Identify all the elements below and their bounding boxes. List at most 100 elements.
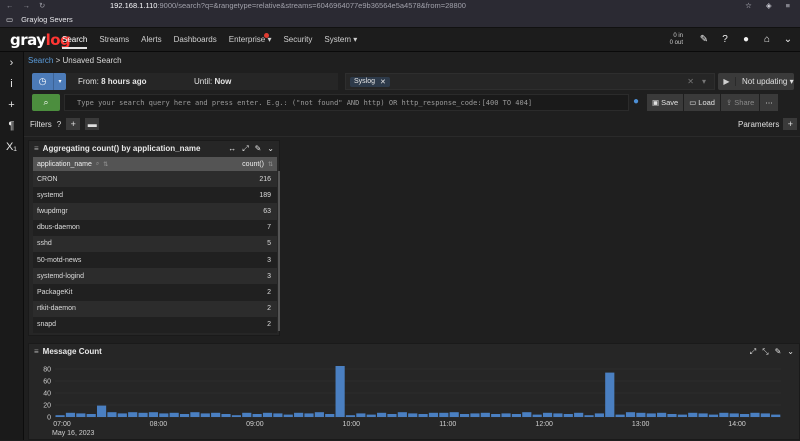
forward-icon[interactable]: → [23, 1, 31, 10]
remove-icon[interactable]: ✕ [380, 78, 386, 86]
chart-bar[interactable] [179, 414, 190, 417]
fullscreen-icon[interactable]: ⤢ [242, 144, 248, 154]
chart-bar[interactable] [117, 413, 127, 417]
chart-bar[interactable] [262, 412, 273, 417]
column-header-count[interactable]: count() [242, 161, 264, 168]
add-filter-button[interactable]: + [66, 118, 81, 130]
chart-bar[interactable] [553, 413, 563, 417]
table-row[interactable]: sshd 5 [33, 235, 277, 252]
menu-icon[interactable]: ≡ [786, 1, 790, 10]
folder-filter-button[interactable]: ▬ [85, 118, 100, 130]
shield-icon[interactable]: ◈ [766, 1, 772, 10]
chart-bar[interactable] [86, 414, 96, 417]
chevron-down-icon[interactable]: ⌄ [787, 347, 794, 357]
chart-bar[interactable] [698, 413, 708, 417]
chart-bar[interactable] [771, 414, 781, 417]
help-circle-icon[interactable]: ? [57, 120, 61, 129]
graylog-logo[interactable]: graylog [0, 31, 71, 49]
chart-bar[interactable] [294, 412, 304, 417]
nav-enterprise[interactable]: Enterprise ▾ [229, 28, 271, 51]
table-row[interactable]: fwupdmgr 63 [33, 203, 277, 220]
fullscreen-icon[interactable]: ⤢ [750, 347, 756, 357]
reload-icon[interactable]: ↻ [39, 1, 45, 10]
chart-bar[interactable] [418, 414, 428, 417]
save-button[interactable]: ▣ Save [647, 94, 684, 111]
chart-bar[interactable] [708, 414, 719, 417]
nav-system[interactable]: System ▾ [324, 28, 357, 51]
chart-bar[interactable] [677, 414, 687, 417]
table-row[interactable]: PackageKit 2 [33, 284, 277, 301]
chart-bar[interactable] [657, 412, 667, 417]
subscript-icon[interactable]: X₁ [6, 141, 17, 153]
plus-icon[interactable]: + [8, 99, 14, 111]
load-button[interactable]: ▭ Load [684, 94, 720, 111]
expand-icon[interactable]: ⤡ [762, 347, 768, 357]
chart-bar[interactable] [729, 413, 739, 417]
chart-bar[interactable] [646, 413, 656, 417]
chart-bar[interactable] [501, 413, 511, 417]
add-parameter-button[interactable]: + [783, 118, 798, 130]
stream-chip-syslog[interactable]: Syslog ✕ [350, 76, 390, 87]
chart-bar[interactable] [314, 412, 324, 417]
clear-icon[interactable]: ✕ [687, 77, 694, 86]
column-header-application-name[interactable]: application_name [37, 161, 92, 168]
scrollbar[interactable] [278, 171, 280, 331]
chart-bar[interactable] [449, 412, 459, 417]
chart-bar[interactable] [439, 412, 449, 417]
chart-bar[interactable] [522, 412, 532, 417]
drag-handle-icon[interactable]: ≡ [34, 347, 39, 356]
chart-bar[interactable] [688, 412, 698, 417]
chart-bar[interactable] [325, 414, 335, 417]
nav-dashboards[interactable]: Dashboards [174, 28, 217, 51]
chart-bar[interactable] [408, 413, 418, 417]
edit-icon[interactable]: ✎ [698, 34, 710, 46]
table-row[interactable]: systemd-logind 3 [33, 268, 277, 285]
stream-selector[interactable]: Syslog ✕ ✕ ▾ [345, 73, 715, 90]
sort-icon[interactable]: ⇅ [103, 161, 108, 168]
search-icon[interactable]: ⌕ [96, 161, 99, 168]
chart-bar[interactable] [273, 413, 283, 417]
chart-bar[interactable] [304, 413, 314, 417]
chart-bar[interactable] [366, 414, 376, 417]
chart-bar[interactable] [719, 412, 729, 417]
chart-bar[interactable] [740, 414, 750, 417]
chart-bar[interactable] [356, 413, 366, 417]
chart-bar[interactable] [252, 414, 262, 417]
user-icon[interactable]: ● [740, 34, 752, 46]
chart-bar[interactable] [605, 372, 615, 417]
chart-bar[interactable] [377, 412, 387, 417]
chart-bar[interactable] [242, 412, 252, 417]
chart-bar[interactable] [511, 414, 522, 417]
chart-bar[interactable] [335, 366, 345, 417]
sort-icon[interactable]: ⇅ [268, 161, 273, 168]
chart-bar[interactable] [542, 412, 553, 417]
chart-bar[interactable] [532, 414, 542, 417]
chart-bar[interactable] [55, 415, 65, 417]
drag-handle-icon[interactable]: ≡ [34, 144, 39, 153]
chart-bar[interactable] [636, 412, 646, 417]
chart-bar[interactable] [169, 412, 179, 417]
chart-bar[interactable] [345, 415, 356, 417]
chart-bar[interactable] [387, 414, 397, 417]
table-row[interactable]: CRON 216 [33, 171, 277, 188]
chart-bar[interactable] [107, 412, 117, 417]
table-row[interactable]: snapd 2 [33, 316, 277, 333]
table-row[interactable]: 50-motd-news 3 [33, 251, 277, 269]
table-row[interactable]: dbus-daemon 7 [33, 219, 277, 236]
nav-search[interactable]: Search [62, 28, 88, 51]
edit-icon[interactable]: ✎ [775, 347, 782, 357]
chart-bar[interactable] [574, 412, 584, 417]
chart-bar[interactable] [96, 405, 107, 417]
nav-streams[interactable]: Streams [99, 28, 129, 51]
chart-bar[interactable] [221, 414, 231, 417]
chart-bar[interactable] [491, 414, 501, 417]
chevron-down-icon[interactable]: ⌄ [267, 144, 274, 154]
chart-bar[interactable] [760, 413, 770, 417]
throughput-indicator[interactable]: 0 in 0 out [670, 33, 683, 47]
widget-title[interactable]: Aggregating count() by application_name [43, 144, 201, 153]
timerange-type-button[interactable]: ◷ ▾ [32, 73, 66, 90]
chevron-down-icon[interactable]: ⌄ [782, 34, 794, 46]
nav-security[interactable]: Security [283, 28, 312, 51]
help-icon[interactable]: ? [719, 34, 731, 46]
chart-bar[interactable] [470, 413, 480, 417]
